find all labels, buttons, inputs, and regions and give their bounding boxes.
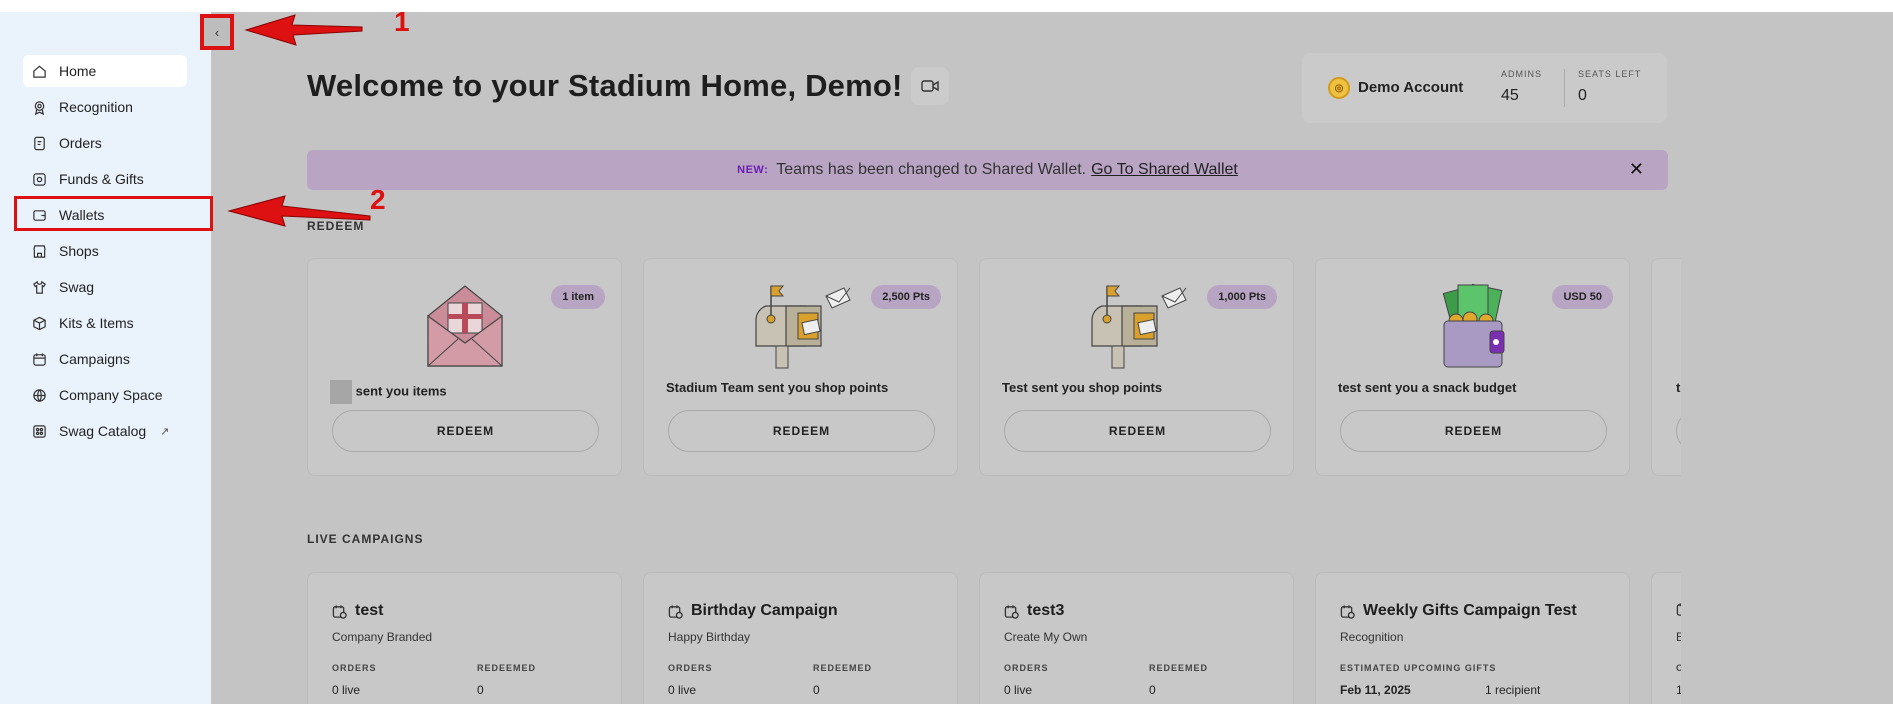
arrow-2 <box>227 195 371 227</box>
annotation-arrows <box>227 14 371 227</box>
annotation-number-2: 2 <box>370 184 386 215</box>
annotation-number-1: 1 <box>394 6 410 37</box>
arrow-1 <box>244 14 363 46</box>
